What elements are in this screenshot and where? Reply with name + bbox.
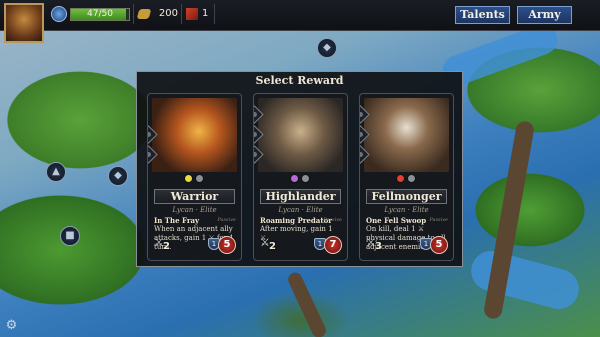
ability-name: In The Fray	[154, 216, 200, 225]
health-stat: 7	[324, 236, 342, 254]
reward-card-highlander[interactable]: Highlander Lycan · Elite Roaming Predato…	[253, 93, 348, 261]
xp-text: 47/50	[87, 9, 113, 19]
ability-type: Passive	[217, 217, 236, 223]
ability-name: One Fell Swoop	[366, 216, 427, 225]
select-reward-dialog: Select Reward Warrior Lycan · Elite In T…	[136, 71, 463, 267]
crest-icon[interactable]: ◆	[317, 38, 337, 58]
card-name: Fellmonger	[366, 189, 447, 204]
card-name: Warrior	[154, 189, 235, 204]
attack-value: 2	[163, 241, 170, 252]
top-bar: 47/50 200 1 Talents Army	[0, 0, 600, 31]
gold-icon	[136, 9, 152, 19]
attack-stat: ⚔ 2	[260, 236, 280, 254]
class-gem-icon	[407, 174, 416, 183]
reward-card-fellmonger[interactable]: Fellmonger Lycan · Elite One Fell Swoop …	[359, 93, 454, 261]
talents-button[interactable]: Talents	[455, 6, 510, 24]
shard-count: 1	[202, 8, 209, 19]
attack-stat: ⚔ 3	[366, 236, 386, 254]
health-stat: 5	[430, 236, 448, 254]
health-stat: 5	[218, 236, 236, 254]
ability-type: Passive	[323, 217, 342, 223]
ability-name: Roaming Predator	[260, 216, 332, 225]
dialog-title: Select Reward	[255, 74, 344, 87]
class-gem-icon	[396, 174, 405, 183]
class-gem-icon	[184, 174, 193, 183]
helm-icon[interactable]: ▲	[46, 162, 66, 182]
class-gem-icon	[301, 174, 310, 183]
class-gem-icon	[195, 174, 204, 183]
tree-trunk	[285, 270, 329, 337]
card-subtitle: Lycan · Elite	[172, 206, 217, 214]
shield-icon[interactable]: ◆	[108, 166, 128, 186]
hero-portrait[interactable]	[4, 3, 44, 43]
divider	[133, 4, 134, 24]
shard-icon	[186, 8, 198, 20]
card-art	[258, 98, 343, 172]
divider	[214, 4, 215, 24]
level-icon	[51, 6, 67, 22]
attack-stat: ⚔ 2	[154, 236, 174, 254]
card-art	[364, 98, 449, 172]
card-art	[152, 98, 237, 172]
reward-card-warrior[interactable]: Warrior Lycan · Elite In The Fray Passiv…	[147, 93, 242, 261]
xp-bar: 47/50	[70, 8, 130, 21]
divider	[181, 4, 182, 24]
tower-icon[interactable]: ■	[60, 226, 80, 246]
ability-type: Passive	[429, 217, 448, 223]
settings-gear-icon[interactable]: ⚙	[4, 318, 19, 333]
attack-value: 2	[269, 241, 276, 252]
gold-count: 200	[158, 8, 178, 19]
class-gem-icon	[290, 174, 299, 183]
attack-value: 3	[375, 241, 382, 252]
card-subtitle: Lycan · Elite	[384, 206, 429, 214]
army-button[interactable]: Army	[517, 6, 572, 24]
card-subtitle: Lycan · Elite	[278, 206, 323, 214]
card-name: Highlander	[260, 189, 341, 204]
